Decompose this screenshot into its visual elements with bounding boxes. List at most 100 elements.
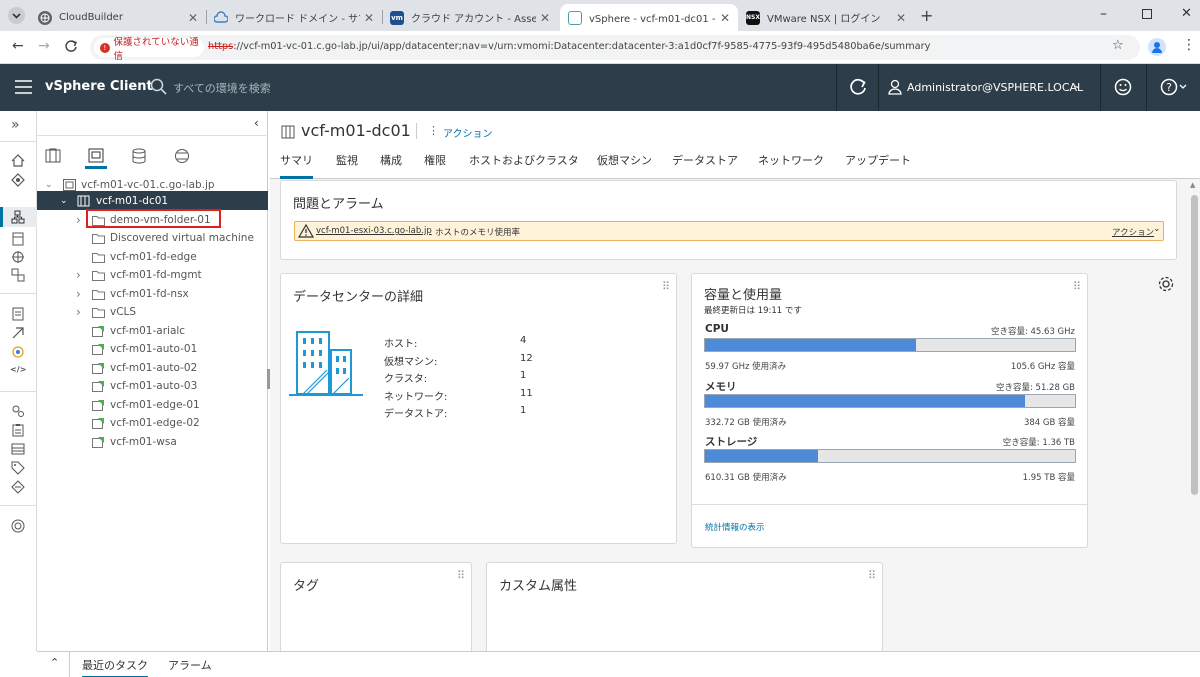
tree-item-folder[interactable]: › vcf-m01-fd-nsx	[37, 284, 268, 303]
global-inventory-icon[interactable]	[11, 268, 25, 282]
tasks-icon[interactable]	[11, 423, 25, 437]
tab-8[interactable]: アップデート	[845, 152, 911, 176]
tree-item-folder[interactable]: › vCLS	[37, 303, 268, 322]
tab-2[interactable]: 構成	[380, 152, 402, 176]
tab-0[interactable]: サマリ	[280, 152, 313, 179]
tab-recent-tasks[interactable]: 最近のタスク	[82, 657, 148, 677]
chevron-down-icon[interactable]: ⌄	[60, 196, 68, 206]
tags-icon[interactable]	[11, 461, 25, 475]
security-chip[interactable]: ! 保護されていない通信	[94, 37, 204, 62]
forward-arrow-icon[interactable]: →	[38, 38, 50, 54]
administration-icon[interactable]	[11, 404, 25, 418]
new-tab-button[interactable]: +	[920, 6, 933, 25]
smiley-feedback-icon[interactable]	[1114, 78, 1132, 96]
browser-tab-workload[interactable]: ワークロード ドメイン - サマリ ✕	[206, 4, 382, 31]
close-window-button[interactable]: ✕	[1181, 6, 1192, 21]
profile-avatar[interactable]	[1148, 38, 1166, 56]
maximize-button[interactable]	[1142, 9, 1152, 19]
tree-item-folder[interactable]: › vcf-m01-fd-mgmt	[37, 266, 268, 285]
tab-4[interactable]: ホストおよびクラスタ	[469, 152, 579, 176]
back-arrow-icon[interactable]: ←	[12, 38, 24, 54]
vms-templates-view-icon[interactable]	[88, 148, 104, 163]
tree-item-vm[interactable]: vcf-m01-auto-03	[37, 377, 268, 396]
collapse-panel-icon[interactable]: ‹	[254, 116, 259, 130]
resource-name: CPU	[705, 323, 729, 335]
alarm-actions-link[interactable]: アクション	[1112, 226, 1154, 238]
chevron-up-icon[interactable]: ⌃	[50, 656, 59, 669]
tree-item-vm[interactable]: vcf-m01-wsa	[37, 432, 268, 451]
lifecycle-manager-icon[interactable]	[11, 480, 25, 494]
tab-alarms[interactable]: アラーム	[168, 657, 212, 673]
alarm-host-link[interactable]: vcf-m01-esxi-03.c.go-lab.jp	[316, 226, 432, 236]
chevron-down-icon[interactable]: ⌄	[45, 180, 53, 190]
close-icon[interactable]: ✕	[896, 11, 906, 25]
user-menu[interactable]: Administrator@VSPHERE.LOCAL	[907, 81, 1083, 94]
tree-item-datacenter[interactable]: ⌄ vcf-m01-dc01	[37, 191, 268, 210]
scroll-up-icon[interactable]: ▲	[1190, 181, 1195, 189]
inventory-icon[interactable]	[0, 207, 37, 227]
home-icon[interactable]	[11, 154, 25, 167]
tab-3[interactable]: 権限	[424, 152, 446, 176]
close-icon[interactable]: ✕	[188, 11, 198, 25]
policies-icon[interactable]	[11, 307, 25, 321]
expand-nav-icon[interactable]: »	[11, 117, 20, 133]
auto-deploy-icon[interactable]	[11, 326, 25, 340]
close-icon[interactable]: ✕	[540, 11, 550, 25]
actions-menu-icon[interactable]: ⋮	[428, 124, 439, 137]
drag-handle-icon[interactable]: ⠿	[868, 569, 876, 582]
refresh-icon[interactable]	[849, 78, 867, 96]
kebab-menu-icon[interactable]: ⋮	[1182, 37, 1196, 53]
storage-view-icon[interactable]	[132, 148, 146, 164]
chevron-right-icon[interactable]: ›	[76, 213, 81, 227]
developer-center-icon[interactable]: </>	[10, 365, 26, 374]
search-icon[interactable]	[150, 78, 167, 95]
star-icon[interactable]: ☆	[1112, 38, 1124, 53]
help-icon[interactable]: ?	[1160, 78, 1188, 96]
tree-item-vm[interactable]: vcf-m01-edge-02	[37, 414, 268, 433]
content-library-icon[interactable]	[11, 232, 25, 246]
tree-item-folder[interactable]: › demo-vm-folder-01	[37, 209, 268, 229]
tab-list-button[interactable]	[8, 7, 25, 24]
drag-handle-icon[interactable]: ⠿	[1073, 280, 1081, 293]
networking-view-icon[interactable]	[174, 148, 190, 164]
browser-tab-cloudbuilder[interactable]: CloudBuilder ✕	[30, 4, 206, 31]
drag-handle-icon[interactable]: ⠿	[662, 280, 670, 293]
tree-item-folder[interactable]: vcf-m01-fd-edge	[37, 247, 268, 266]
search-input[interactable]: すべての環境を検索	[173, 80, 271, 96]
close-icon[interactable]: ✕	[720, 11, 730, 25]
events-icon[interactable]	[11, 442, 25, 456]
tab-1[interactable]: 監視	[336, 152, 358, 176]
chevron-right-icon[interactable]: ›	[76, 268, 81, 282]
browser-tab-vsphere[interactable]: vSphere - vcf-m01-dc01 - サマリ ✕	[560, 4, 738, 31]
tree-item-vm[interactable]: vcf-m01-auto-01	[37, 340, 268, 359]
close-icon[interactable]: ✕	[364, 11, 374, 25]
browser-tab-nsx[interactable]: NSX VMware NSX | ログイン ✕	[738, 4, 914, 31]
chevron-down-icon[interactable]: ⌄	[1153, 224, 1161, 234]
tab-6[interactable]: データストア	[672, 152, 738, 176]
tab-5[interactable]: 仮想マシン	[597, 152, 652, 176]
scrollbar[interactable]: ▲	[1188, 179, 1200, 651]
drag-handle-icon[interactable]: ⠿	[457, 569, 465, 582]
skyline-health-icon[interactable]	[11, 519, 25, 533]
gear-icon[interactable]	[1157, 275, 1175, 293]
actions-menu[interactable]: アクション	[443, 125, 493, 140]
tree-item-vm[interactable]: vcf-m01-arialc	[37, 321, 268, 340]
hamburger-menu-icon[interactable]	[15, 80, 32, 94]
tab-7[interactable]: ネットワーク	[758, 152, 824, 176]
scrollbar-thumb[interactable]	[1191, 195, 1198, 495]
workload-management-icon[interactable]	[11, 250, 25, 264]
omnibox[interactable]: ! 保護されていない通信 https://vcf-m01-vc-01.c.go-…	[90, 35, 1140, 62]
reload-icon[interactable]	[64, 39, 78, 53]
view-stats-link[interactable]: 統計情報の表示	[705, 521, 765, 533]
tree-item-folder[interactable]: Discovered virtual machine	[37, 229, 268, 248]
minimize-button[interactable]: –	[1100, 6, 1107, 22]
chevron-down-icon[interactable]: ⌄	[1073, 80, 1081, 91]
chevron-right-icon[interactable]: ›	[76, 305, 81, 319]
shortcuts-icon[interactable]	[11, 173, 25, 187]
browser-tab-assembler[interactable]: vm クラウド アカウント - Assembler ✕	[382, 4, 558, 31]
tree-item-vm[interactable]: vcf-m01-auto-02	[37, 358, 268, 377]
hybrid-cloud-icon[interactable]	[11, 345, 25, 359]
chevron-right-icon[interactable]: ›	[76, 287, 81, 301]
tree-item-vm[interactable]: vcf-m01-edge-01	[37, 395, 268, 414]
hosts-clusters-view-icon[interactable]	[45, 148, 61, 163]
